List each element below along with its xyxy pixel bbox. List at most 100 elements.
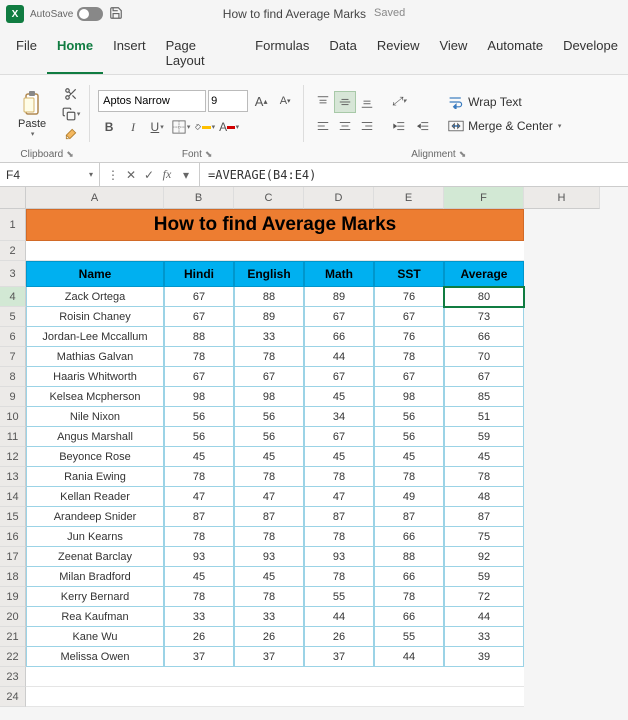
name-cell[interactable]: Nile Nixon (26, 407, 164, 427)
paste-button[interactable]: Paste ▾ (12, 88, 52, 140)
value-cell[interactable]: 45 (374, 447, 444, 467)
tab-home[interactable]: Home (47, 32, 103, 74)
more-icon[interactable]: ⋮ (106, 168, 120, 182)
value-cell[interactable]: 47 (234, 487, 304, 507)
value-cell[interactable]: 78 (234, 467, 304, 487)
row-header-23[interactable]: 23 (0, 667, 26, 687)
value-cell[interactable]: 44 (304, 347, 374, 367)
italic-button[interactable]: I (122, 116, 144, 138)
row-header-21[interactable]: 21 (0, 627, 26, 647)
value-cell[interactable]: 78 (304, 467, 374, 487)
value-cell[interactable]: 87 (234, 507, 304, 527)
align-middle-icon[interactable] (334, 91, 356, 113)
value-cell[interactable]: 66 (444, 327, 524, 347)
name-box[interactable]: F4 ▾ (0, 163, 100, 186)
wrap-text-button[interactable]: Wrap Text (444, 93, 565, 111)
value-cell[interactable]: 49 (374, 487, 444, 507)
borders-button[interactable]: ▾ (170, 116, 192, 138)
copy-button[interactable]: ▾ (60, 105, 82, 123)
value-cell[interactable]: 67 (444, 367, 524, 387)
value-cell[interactable]: 67 (304, 367, 374, 387)
empty-cell[interactable] (374, 687, 444, 707)
value-cell[interactable]: 70 (444, 347, 524, 367)
tab-formulas[interactable]: Formulas (245, 32, 319, 74)
fx-dropdown-icon[interactable]: ▾ (179, 168, 193, 182)
row-header-19[interactable]: 19 (0, 587, 26, 607)
value-cell[interactable]: 37 (304, 647, 374, 667)
decrease-indent-icon[interactable] (388, 116, 410, 138)
blank-row[interactable] (26, 241, 524, 261)
row-header-20[interactable]: 20 (0, 607, 26, 627)
align-center-icon[interactable] (334, 115, 356, 137)
value-cell[interactable]: 45 (234, 447, 304, 467)
value-cell[interactable]: 26 (164, 627, 234, 647)
font-color-button[interactable]: A▾ (218, 116, 240, 138)
value-cell[interactable]: 87 (304, 507, 374, 527)
value-cell[interactable]: 44 (304, 607, 374, 627)
empty-cell[interactable] (164, 687, 234, 707)
value-cell[interactable]: 67 (304, 427, 374, 447)
empty-cell[interactable] (234, 667, 304, 687)
value-cell[interactable]: 72 (444, 587, 524, 607)
decrease-font-icon[interactable]: A▾ (274, 90, 296, 112)
name-cell[interactable]: Milan Bradford (26, 567, 164, 587)
value-cell[interactable]: 56 (374, 407, 444, 427)
row-header-8[interactable]: 8 (0, 367, 26, 387)
empty-cell[interactable] (444, 667, 524, 687)
value-cell[interactable]: 51 (444, 407, 524, 427)
value-cell[interactable]: 59 (444, 427, 524, 447)
underline-button[interactable]: U▾ (146, 116, 168, 138)
autosave-toggle-icon[interactable] (77, 7, 103, 21)
tab-file[interactable]: File (6, 32, 47, 74)
value-cell[interactable]: 89 (304, 287, 374, 307)
name-cell[interactable]: Rea Kaufman (26, 607, 164, 627)
value-cell[interactable]: 87 (444, 507, 524, 527)
name-cell[interactable]: Angus Marshall (26, 427, 164, 447)
format-painter-button[interactable] (60, 125, 82, 143)
value-cell[interactable]: 93 (234, 547, 304, 567)
header-cell[interactable]: Math (304, 261, 374, 287)
value-cell[interactable]: 78 (164, 527, 234, 547)
header-cell[interactable]: SST (374, 261, 444, 287)
col-header-F[interactable]: F (444, 187, 524, 209)
tab-automate[interactable]: Automate (477, 32, 553, 74)
increase-indent-icon[interactable] (412, 116, 434, 138)
empty-cell[interactable] (444, 687, 524, 707)
value-cell[interactable]: 78 (374, 467, 444, 487)
value-cell[interactable]: 78 (234, 587, 304, 607)
sheet-title[interactable]: How to find Average Marks (26, 209, 524, 241)
name-cell[interactable]: Haaris Whitworth (26, 367, 164, 387)
fx-icon[interactable]: fx (160, 167, 174, 182)
value-cell[interactable]: 34 (304, 407, 374, 427)
value-cell[interactable]: 85 (444, 387, 524, 407)
tab-developer[interactable]: Develope (553, 32, 628, 74)
value-cell[interactable]: 98 (234, 387, 304, 407)
value-cell[interactable]: 56 (374, 427, 444, 447)
name-cell[interactable]: Kane Wu (26, 627, 164, 647)
row-header-15[interactable]: 15 (0, 507, 26, 527)
value-cell[interactable]: 48 (444, 487, 524, 507)
value-cell[interactable]: 44 (444, 607, 524, 627)
value-cell[interactable]: 45 (444, 447, 524, 467)
empty-cell[interactable] (374, 667, 444, 687)
value-cell[interactable]: 78 (164, 347, 234, 367)
align-top-icon[interactable] (312, 91, 334, 113)
value-cell[interactable]: 78 (374, 347, 444, 367)
row-header-22[interactable]: 22 (0, 647, 26, 667)
chevron-down-icon[interactable]: ▾ (89, 170, 93, 179)
value-cell[interactable]: 78 (374, 587, 444, 607)
value-cell[interactable]: 92 (444, 547, 524, 567)
value-cell[interactable]: 47 (164, 487, 234, 507)
align-left-icon[interactable] (312, 115, 334, 137)
align-right-icon[interactable] (356, 115, 378, 137)
row-header-14[interactable]: 14 (0, 487, 26, 507)
row-header-11[interactable]: 11 (0, 427, 26, 447)
value-cell[interactable]: 26 (234, 627, 304, 647)
value-cell[interactable]: 78 (444, 467, 524, 487)
value-cell[interactable]: 45 (164, 447, 234, 467)
accept-formula-icon[interactable]: ✓ (142, 168, 156, 182)
value-cell[interactable]: 47 (304, 487, 374, 507)
col-header-C[interactable]: C (234, 187, 304, 209)
value-cell[interactable]: 78 (164, 467, 234, 487)
increase-font-icon[interactable]: A▴ (250, 90, 272, 112)
